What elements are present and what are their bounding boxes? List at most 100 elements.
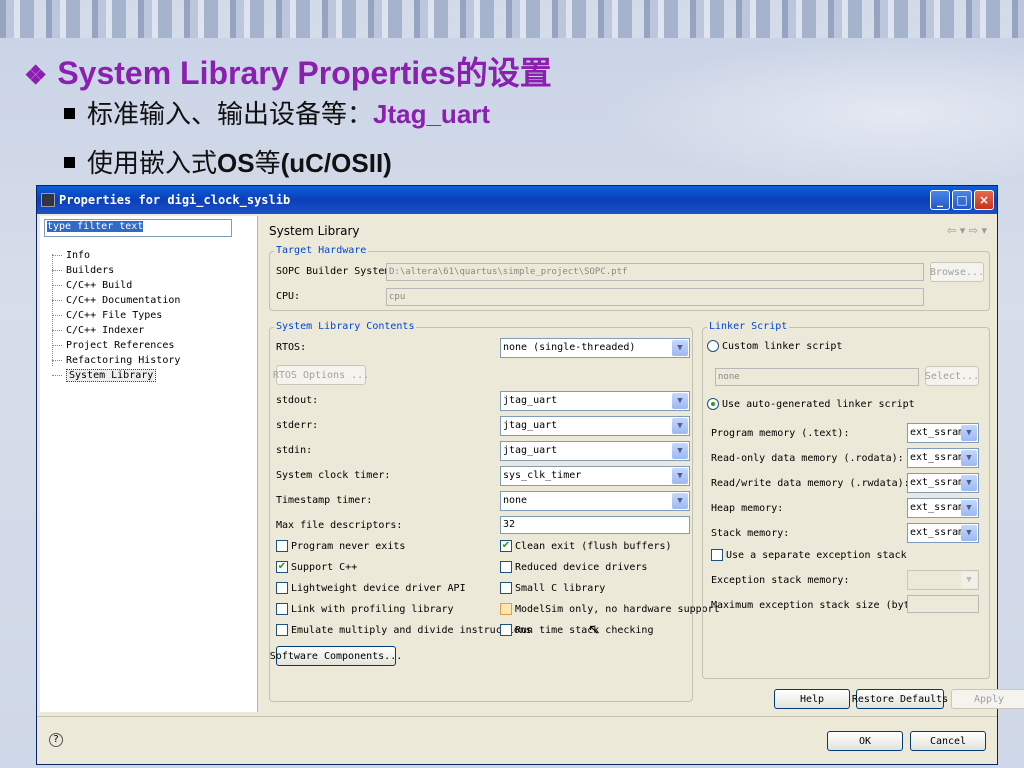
square-bullet-icon xyxy=(64,107,75,119)
cpu-field[interactable]: cpu xyxy=(386,288,924,306)
rw-mem-label: Read/write data memory (.rwdata): xyxy=(711,478,910,489)
bullet-os-text2: 等 xyxy=(254,148,281,178)
max-fd-input[interactable]: 32 xyxy=(500,516,690,534)
cpu-label: CPU: xyxy=(276,291,301,302)
bullet-os-highlight: (uC/OSII) xyxy=(280,148,392,178)
exc-stack-label: Exception stack memory: xyxy=(711,575,850,586)
page-title: System Library xyxy=(269,224,360,238)
target-hardware-group: Target Hardware SOPC Builder System: D:\… xyxy=(269,245,990,311)
chevron-down-icon: ▼ xyxy=(961,425,977,441)
rtos-options-button[interactable]: RTOS Options ... xyxy=(273,365,369,385)
custom-linker-field[interactable]: none xyxy=(715,368,919,386)
sopc-label: SOPC Builder System: xyxy=(276,266,397,277)
sys-clk-label: System clock timer: xyxy=(276,470,391,481)
ok-button[interactable]: OK xyxy=(827,731,903,751)
custom-linker-radio[interactable]: Custom linker script xyxy=(707,340,842,352)
help-icon[interactable]: ? xyxy=(49,733,63,747)
run-time-stack-checkbox[interactable]: Run time stack checking xyxy=(500,624,653,636)
timestamp-select[interactable]: none ▼ xyxy=(500,491,690,511)
linker-script-group: Linker Script Custom linker script none … xyxy=(702,321,990,679)
sys-clk-select[interactable]: sys_clk_timer ▼ xyxy=(500,466,690,486)
maximize-button[interactable]: □ xyxy=(952,190,972,210)
right-pane: System Library ⇦ ▾ ⇨ ▾ Target Hardware S… xyxy=(261,216,1024,712)
rtos-select[interactable]: none (single-threaded) ▼ xyxy=(500,338,690,358)
tree-item-project-references[interactable]: Project References xyxy=(48,338,180,353)
dialog-titlebar[interactable]: Properties for digi_clock_syslib _ □ × xyxy=(37,186,997,214)
rw-mem-select[interactable]: ext_ssram ▼ xyxy=(907,473,979,493)
filter-text: type filter text xyxy=(47,221,144,232)
properties-tree: Info Builders C/C++ Build C/C++ Document… xyxy=(48,248,180,383)
program-never-exits-checkbox[interactable]: Program never exits xyxy=(276,540,405,552)
stack-select[interactable]: ext_ssram ▼ xyxy=(907,523,979,543)
stdout-label: stdout: xyxy=(276,395,319,406)
cancel-button[interactable]: Cancel xyxy=(910,731,986,751)
stack-label: Stack memory: xyxy=(711,528,790,539)
stderr-label: stderr: xyxy=(276,420,319,431)
heap-label: Heap memory: xyxy=(711,503,784,514)
chevron-down-icon: ▼ xyxy=(672,393,688,409)
tree-item-system-library[interactable]: System Library xyxy=(48,368,180,383)
minimize-button[interactable]: _ xyxy=(930,190,950,210)
filter-input[interactable]: type filter text xyxy=(44,219,232,237)
slide-decoration xyxy=(604,38,1024,188)
check-icon: ✔ xyxy=(500,540,512,552)
bullet-stdio: 标准输入、输出设备等：Jtag_uart xyxy=(64,94,490,131)
stdin-select[interactable]: jtag_uart ▼ xyxy=(500,441,690,461)
nav-arrows-icon[interactable]: ⇦ ▾ ⇨ ▾ xyxy=(947,224,987,237)
square-bullet-icon xyxy=(64,156,75,168)
tree-item-cpp-indexer[interactable]: C/C++ Indexer xyxy=(48,323,180,338)
ro-mem-label: Read-only data memory (.rodata): xyxy=(711,453,904,464)
mouse-cursor-icon: ↖ xyxy=(588,622,600,638)
bullet-stdio-highlight: Jtag_uart xyxy=(373,99,491,129)
exc-stack-select[interactable]: ▼ xyxy=(907,570,979,590)
auto-linker-radio[interactable]: Use auto-generated linker script xyxy=(707,398,915,410)
chevron-down-icon: ▼ xyxy=(961,500,977,516)
tree-item-cpp-file-types[interactable]: C/C++ File Types xyxy=(48,308,180,323)
tree-item-cpp-documentation[interactable]: C/C++ Documentation xyxy=(48,293,180,308)
tree-item-cpp-build[interactable]: C/C++ Build xyxy=(48,278,180,293)
chevron-down-icon: ▼ xyxy=(672,418,688,434)
ro-mem-select[interactable]: ext_ssram ▼ xyxy=(907,448,979,468)
emulate-mul-checkbox[interactable]: Emulate multiply and divide instructions xyxy=(276,624,532,636)
software-components-button[interactable]: Software Components... xyxy=(270,646,402,666)
contents-label: System Library Contents xyxy=(274,321,417,332)
heap-select[interactable]: ext_ssram ▼ xyxy=(907,498,979,518)
target-hardware-label: Target Hardware xyxy=(274,245,369,256)
modelsim-only-checkbox[interactable]: ModelSim only, no hardware support xyxy=(500,603,720,615)
separate-exc-checkbox[interactable]: Use a separate exception stack xyxy=(711,549,907,561)
tree-item-info[interactable]: Info xyxy=(48,248,180,263)
bullet-stdio-text: 标准输入、输出设备等： xyxy=(87,99,374,129)
support-cpp-checkbox[interactable]: ✔ Support C++ xyxy=(276,561,357,573)
reduced-drivers-checkbox[interactable]: Reduced device drivers xyxy=(500,561,647,573)
help-button[interactable]: Help xyxy=(774,689,850,709)
restore-defaults-button[interactable]: Restore Defaults xyxy=(852,689,948,709)
timestamp-label: Timestamp timer: xyxy=(276,495,373,506)
app-icon xyxy=(41,193,55,207)
system-library-contents-group: System Library Contents RTOS: none (sing… xyxy=(269,321,720,702)
small-c-checkbox[interactable]: Small C library xyxy=(500,582,605,594)
sopc-field[interactable]: D:\altera\61\quartus\simple_project\SOPC… xyxy=(386,263,924,281)
apply-button[interactable]: Apply xyxy=(951,689,1024,709)
dialog-title: Properties for digi_clock_syslib xyxy=(59,193,291,207)
max-exc-field[interactable] xyxy=(907,595,979,613)
tree-item-refactoring-history[interactable]: Refactoring History xyxy=(48,353,180,368)
dialog-bottom-bar: ? OK Cancel xyxy=(37,716,997,764)
tree-item-builders[interactable]: Builders xyxy=(48,263,180,278)
clean-exit-checkbox[interactable]: ✔ Clean exit (flush buffers) xyxy=(500,540,672,552)
program-mem-select[interactable]: ext_ssram ▼ xyxy=(907,423,979,443)
diamond-bullet-icon: ❖ xyxy=(24,60,48,90)
max-exc-label: Maximum exception stack size (bytes): xyxy=(711,600,934,611)
select-button[interactable]: Select... xyxy=(925,366,979,386)
lightweight-api-checkbox[interactable]: Lightweight device driver API xyxy=(276,582,466,594)
stderr-select[interactable]: jtag_uart ▼ xyxy=(500,416,690,436)
slide-title-text: System Library Properties的设置 xyxy=(57,55,552,91)
chevron-down-icon: ▼ xyxy=(961,525,977,541)
bullet-os-text: 使用嵌入式 xyxy=(87,148,218,178)
close-button[interactable]: × xyxy=(974,190,994,210)
linker-label: Linker Script xyxy=(707,321,790,332)
stdout-select[interactable]: jtag_uart ▼ xyxy=(500,391,690,411)
bullet-os: 使用嵌入式OS等(uC/OSII) xyxy=(64,143,392,180)
link-profiling-checkbox[interactable]: Link with profiling library xyxy=(276,603,454,615)
browse-button[interactable]: Browse... xyxy=(930,262,984,282)
chevron-down-icon: ▼ xyxy=(672,443,688,459)
